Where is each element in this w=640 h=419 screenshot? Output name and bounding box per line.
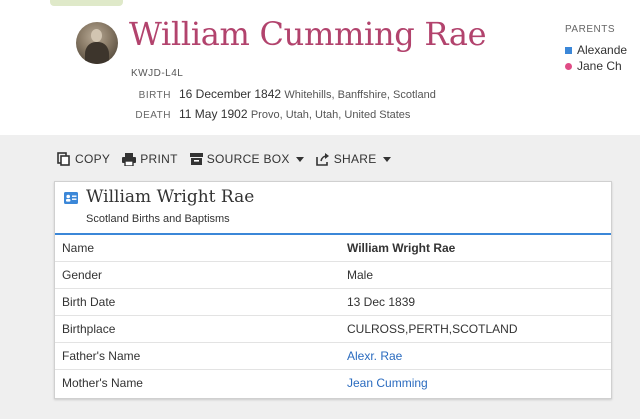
row-value: CULROSS,PERTH,SCOTLAND (347, 322, 518, 336)
record-card-header: William Wright Rae Scotland Births and B… (55, 182, 611, 235)
table-row: Father's Name Alexr. Rae (55, 343, 611, 370)
row-label: Birthplace (62, 322, 116, 336)
mother-name: Jane Ch (577, 59, 622, 73)
top-tab[interactable] (50, 0, 123, 6)
parents-label: PARENTS (565, 24, 615, 35)
death-label: DEATH (135, 110, 171, 121)
avatar-body (85, 42, 109, 64)
print-icon (122, 152, 137, 166)
male-icon (565, 47, 572, 54)
copy-button[interactable]: COPY (57, 151, 110, 167)
record-table: Name William Wright Rae Gender Male Birt… (55, 235, 611, 396)
person-id[interactable]: KWJD-L4L (131, 68, 183, 79)
birth-date: 16 December 1842 (179, 87, 282, 101)
female-icon (565, 63, 572, 70)
share-label: SHARE (333, 152, 377, 166)
chevron-down-icon (295, 156, 304, 162)
row-value: William Wright Rae (347, 241, 456, 255)
record-toolbar: COPY PRINT SOURCE BOX SHARE (57, 151, 391, 167)
birth-vital: BIRTH 16 December 1842 Whitehills, Banffs… (131, 87, 436, 101)
row-value: 13 Dec 1839 (347, 295, 416, 309)
copy-icon (57, 152, 71, 166)
table-row: Birth Date 13 Dec 1839 (55, 289, 611, 316)
row-label: Gender (62, 268, 103, 282)
print-button[interactable]: PRINT (122, 151, 178, 167)
death-place: Provo, Utah, Utah, United States (250, 109, 411, 121)
print-label: PRINT (140, 152, 178, 166)
row-label: Father's Name (62, 349, 141, 363)
avatar[interactable] (76, 22, 118, 64)
birth-label: BIRTH (138, 90, 171, 101)
record-card: William Wright Rae Scotland Births and B… (54, 181, 612, 399)
birth-place: Whitehills, Banffshire, Scotland (284, 89, 436, 101)
table-row: Mother's Name Jean Cumming (55, 370, 611, 396)
record-title: William Wright Rae (86, 187, 255, 207)
mother-link[interactable]: Jane Ch (565, 59, 622, 73)
row-label: Mother's Name (62, 376, 143, 390)
record-card-icon (64, 191, 78, 204)
share-icon (315, 152, 330, 166)
table-row: Gender Male (55, 262, 611, 289)
source-box-button[interactable]: SOURCE BOX (189, 151, 304, 167)
person-name: William Cumming Rae (129, 15, 487, 53)
row-value: Male (347, 268, 374, 282)
death-date: 11 May 1902 (179, 107, 248, 121)
source-box-icon (189, 153, 203, 165)
avatar-head (91, 29, 102, 42)
share-button[interactable]: SHARE (315, 151, 391, 167)
copy-label: COPY (75, 152, 111, 166)
father-name: Alexande (577, 43, 628, 57)
father-name-link[interactable]: Alexr. Rae (347, 349, 402, 363)
death-vital: DEATH 11 May 1902 Provo, Utah, Utah, Unit… (131, 107, 410, 121)
table-row: Birthplace CULROSS,PERTH,SCOTLAND (55, 316, 611, 343)
table-row: Name William Wright Rae (55, 235, 611, 262)
row-label: Birth Date (62, 295, 116, 309)
mother-name-link[interactable]: Jean Cumming (347, 376, 428, 390)
chevron-down-icon (382, 156, 391, 162)
father-link[interactable]: Alexande (565, 43, 628, 57)
person-header: William Cumming Rae KWJD-L4L BIRTH 16 Dec… (0, 0, 640, 135)
source-box-label: SOURCE BOX (206, 152, 290, 166)
row-label: Name (62, 241, 95, 255)
record-collection[interactable]: Scotland Births and Baptisms (86, 213, 230, 225)
